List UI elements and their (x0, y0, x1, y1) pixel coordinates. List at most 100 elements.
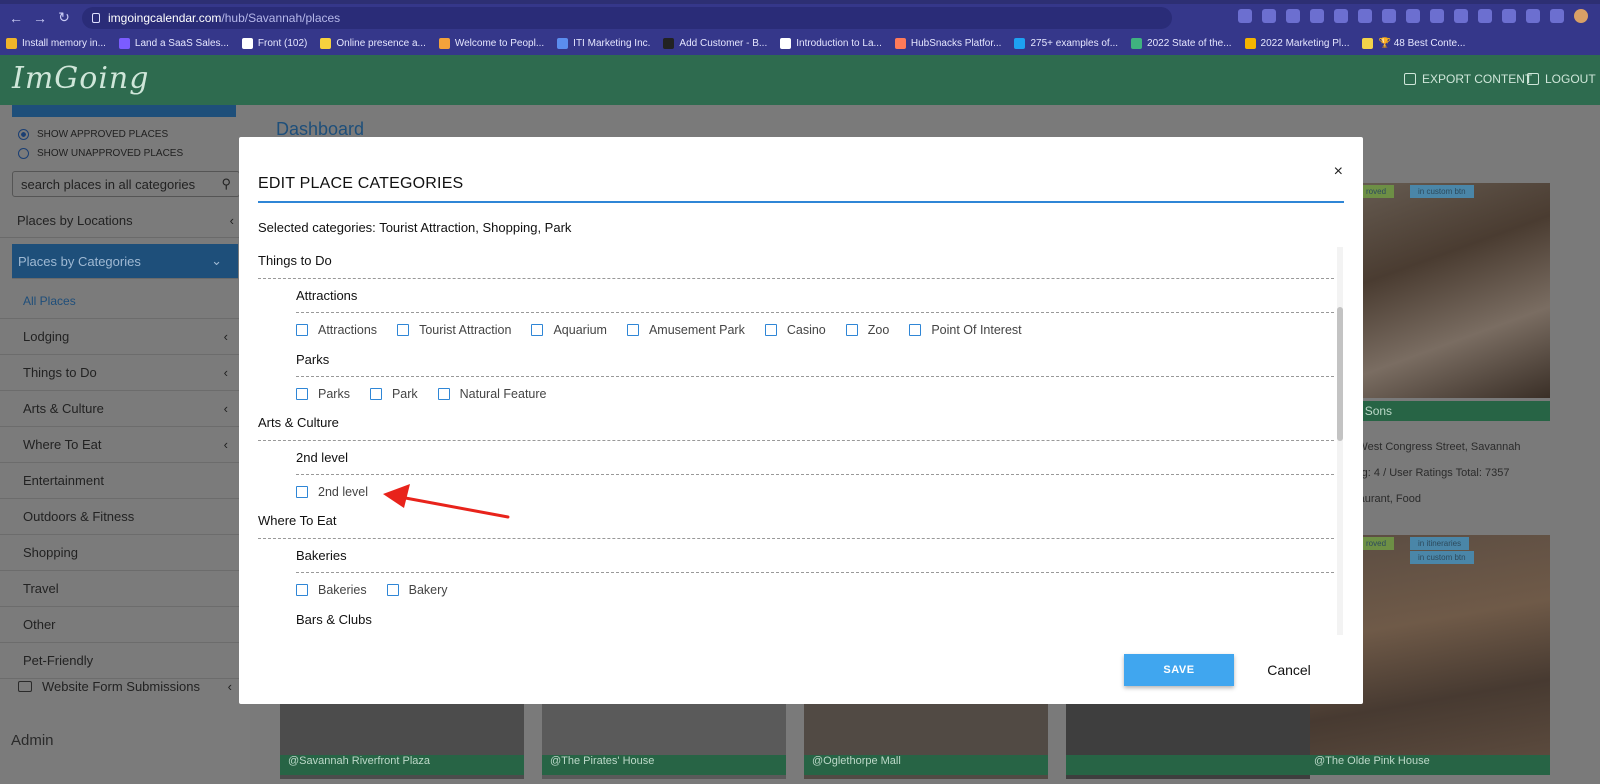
extension-icon[interactable] (1406, 9, 1420, 23)
places-by-locations[interactable]: Places by Locations ‹ (0, 203, 250, 238)
category-checkbox-option[interactable]: Casino (764, 323, 826, 337)
place-card-title[interactable]: @The Olde Pink House (1306, 755, 1550, 775)
category-checkbox-option[interactable]: Bakeries (296, 583, 367, 597)
category-checkbox-option[interactable]: Parks (296, 387, 350, 401)
url-host: imgoingcalendar.com (108, 11, 222, 25)
category-checkbox-option[interactable]: 2nd level (296, 485, 368, 499)
sidebar-item[interactable]: All Places (0, 283, 250, 319)
subcategory-heading: Parks (296, 345, 1334, 377)
checkbox[interactable] (296, 387, 308, 400)
bookmark-item[interactable]: ITI Marketing Inc. (557, 37, 650, 49)
sidebar-item[interactable]: Arts & Culture ‹ (0, 391, 250, 427)
extension-icon[interactable] (1430, 9, 1444, 23)
sidebar-search-input[interactable]: search places in all categories ⚲ (12, 171, 240, 197)
star-icon[interactable] (1286, 9, 1300, 23)
subcategory-heading: Bars & Clubs (296, 605, 1334, 635)
places-by-categories[interactable]: Places by Categories ⌄ (12, 244, 238, 279)
profile-avatar[interactable] (1574, 9, 1588, 23)
sidebar-item[interactable]: Outdoors & Fitness (0, 499, 250, 535)
forward-icon[interactable]: → (28, 10, 52, 26)
category-checkbox-option[interactable]: Zoo (845, 323, 889, 337)
show-unapproved-radio[interactable]: SHOW UNAPPROVED PLACES (0, 144, 250, 163)
bookmark-item[interactable]: 2022 Marketing Pl... (1244, 37, 1349, 49)
scrollbar-thumb[interactable] (1337, 307, 1343, 441)
sidebar-item[interactable]: Shopping (0, 535, 250, 571)
bookmark-item[interactable]: Welcome to Peopl... (438, 37, 544, 49)
bookmark-item[interactable]: Front (102) (241, 37, 308, 49)
show-approved-radio[interactable]: SHOW APPROVED PLACES (0, 125, 250, 144)
checkbox[interactable] (531, 323, 544, 336)
chevron-left-icon: ‹ (227, 679, 232, 694)
admin-label[interactable]: Admin (11, 732, 54, 749)
category-list[interactable]: Things to Do Attractions Attractions Touris… (258, 247, 1334, 635)
bookmark-label: Front (102) (257, 37, 308, 49)
bookmark-item[interactable]: Land a SaaS Sales... (118, 37, 229, 49)
checkbox[interactable] (386, 583, 399, 596)
bookmark-label: Install memory in... (22, 37, 106, 49)
bookmark-item[interactable]: Introduction to La... (780, 37, 882, 49)
sidebar-item[interactable]: Travel (0, 571, 250, 607)
logout-button[interactable]: LOGOUT (1527, 72, 1596, 86)
category-checkbox-option[interactable]: Aquarium (531, 323, 607, 337)
bookmark-item[interactable]: 275+ examples of... (1014, 37, 1118, 49)
checkbox[interactable] (909, 323, 922, 336)
cancel-button[interactable]: Cancel (1259, 654, 1319, 686)
place-card-title[interactable] (1066, 755, 1310, 775)
category-checkbox-option[interactable]: Natural Feature (437, 387, 547, 401)
scrollbar-track[interactable] (1337, 247, 1343, 635)
extension-icon[interactable] (1478, 9, 1492, 23)
extension-icon[interactable] (1502, 9, 1516, 23)
category-checkbox-option[interactable]: Bakery (386, 583, 448, 597)
sidepanel-icon[interactable] (1550, 9, 1564, 23)
checkbox[interactable] (845, 323, 858, 336)
bookmark-item[interactable]: Online presence a... (320, 37, 426, 49)
search-icon: ⚲ (221, 176, 231, 191)
category-checkbox-option[interactable]: Amusement Park (626, 323, 745, 337)
bookmark-item[interactable]: HubSnacks Platfor... (894, 37, 1001, 49)
sidebar-top-button[interactable] (12, 105, 236, 117)
place-card-title[interactable]: @Oglethorpe Mall (804, 755, 1048, 775)
bookmark-item[interactable]: Install memory in... (6, 37, 106, 49)
bookmark-item[interactable]: 2022 State of the... (1131, 37, 1232, 49)
checkbox[interactable] (764, 323, 777, 336)
extension-icon[interactable] (1358, 9, 1372, 23)
sidebar-item[interactable]: Where To Eat ‹ (0, 427, 250, 463)
category-checkbox-option[interactable]: Point Of Interest (909, 323, 1022, 337)
key-icon[interactable] (1238, 9, 1252, 23)
checkbox[interactable] (369, 387, 382, 400)
checkbox[interactable] (296, 583, 308, 596)
checkbox[interactable] (296, 323, 308, 336)
extension-icon[interactable] (1382, 9, 1396, 23)
share-icon[interactable] (1262, 9, 1276, 23)
sidebar-item[interactable]: Other (0, 607, 250, 643)
category-checkbox-option[interactable]: Tourist Attraction (397, 323, 511, 337)
extension-icon[interactable] (1454, 9, 1468, 23)
app-logo[interactable]: ImGoing (12, 61, 149, 96)
sidebar-item[interactable]: Entertainment (0, 463, 250, 499)
reload-icon[interactable]: ↻ (52, 9, 76, 26)
close-icon[interactable]: × (1334, 163, 1343, 181)
address-bar[interactable]: imgoingcalendar.com/hub/Savannah/places (82, 7, 1172, 29)
checkbox[interactable] (296, 485, 308, 498)
browser-toolbar: ← → ↻ imgoingcalendar.com/hub/Savannah/p… (0, 4, 1600, 31)
place-card-title[interactable]: @Savannah Riverfront Plaza (280, 755, 524, 775)
back-icon[interactable]: ← (4, 10, 28, 26)
category-checkbox-option[interactable]: Attractions (296, 323, 377, 337)
sidebar-item[interactable]: Lodging ‹ (0, 319, 250, 355)
place-card-title[interactable]: @The Pirates' House (542, 755, 786, 775)
bookmark-item[interactable]: Add Customer - B... (663, 37, 767, 49)
bookmark-item[interactable]: 🏆 48 Best Conte... (1362, 37, 1465, 49)
category-heading: Things to Do (258, 247, 1334, 279)
checkbox[interactable] (397, 323, 410, 336)
extension-icon[interactable] (1334, 9, 1348, 23)
checkbox[interactable] (437, 387, 450, 400)
export-content-button[interactable]: EXPORT CONTENT (1404, 72, 1532, 86)
extension-icon[interactable] (1310, 9, 1324, 23)
sidebar-item[interactable]: Pet-Friendly (0, 643, 250, 679)
save-button[interactable]: SAVE (1124, 654, 1234, 686)
sidebar-item[interactable]: Things to Do ‹ (0, 355, 250, 391)
category-checkbox-option[interactable]: Park (369, 387, 418, 401)
checkbox[interactable] (626, 323, 639, 336)
website-form-submissions[interactable]: Website Form Submissions ‹ (18, 679, 232, 694)
puzzle-icon[interactable] (1526, 9, 1540, 23)
